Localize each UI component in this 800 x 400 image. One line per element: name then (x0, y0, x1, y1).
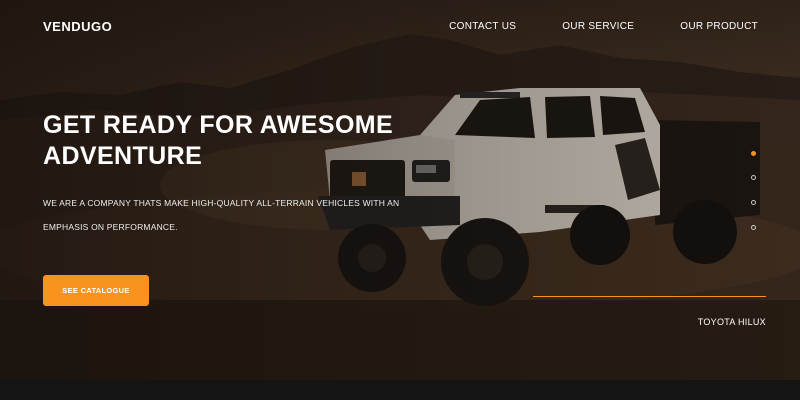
nav-item-our-service[interactable]: OUR SERVICE (562, 21, 634, 32)
slider-dot-4[interactable] (751, 225, 756, 230)
caption-divider (533, 296, 766, 297)
nav-item-our-product[interactable]: OUR PRODUCT (680, 21, 758, 32)
nav-item-contact-us[interactable]: CONTACT US (449, 21, 516, 32)
slider-dot-2[interactable] (751, 175, 756, 180)
brand-logo[interactable]: VENDUGO (43, 19, 112, 34)
top-navigation: CONTACT US OUR SERVICE OUR PRODUCT (449, 21, 758, 32)
see-catalogue-button[interactable]: SEE CATALOGUE (43, 275, 149, 306)
hero-headline: GET READY FOR AWESOME ADVENTURE (43, 111, 394, 170)
slider-dot-3[interactable] (751, 200, 756, 205)
bottom-bar (0, 380, 800, 400)
hero-section (0, 0, 800, 380)
product-caption: TOYOTA HILUX (697, 317, 766, 327)
hero-dark-overlay (0, 0, 800, 380)
hero-subtext: WE ARE A COMPANY THATS MAKE HIGH-QUALITY… (43, 198, 400, 232)
slider-dot-1[interactable] (751, 151, 756, 156)
